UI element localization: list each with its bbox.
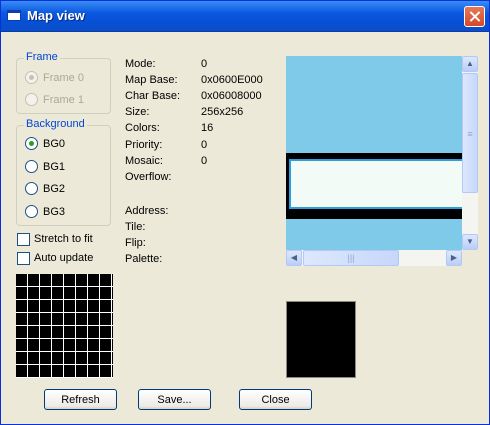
bg1-label: BG1	[43, 161, 66, 173]
map-base-label: Map Base:	[125, 74, 178, 86]
window-title: Map view	[27, 8, 85, 23]
overflow-label: Overflow:	[125, 171, 172, 183]
title-bar[interactable]: Map view	[1, 1, 489, 32]
frame-group-legend: Frame	[24, 51, 60, 63]
vertical-scroll-thumb[interactable]: ≡	[462, 73, 478, 193]
bg0-label: BG0	[43, 138, 66, 150]
refresh-button[interactable]: Refresh	[44, 389, 117, 410]
priority-value: 0	[201, 139, 208, 151]
radio-unselected-icon	[25, 93, 38, 106]
tile-preview	[286, 301, 356, 378]
mosaic-value: 0	[201, 155, 208, 167]
scrollbar-horizontal[interactable]: ◀ ||| ▶	[286, 250, 462, 266]
arrow-down-icon[interactable]: ▼	[462, 234, 478, 250]
map-text-box	[289, 159, 462, 209]
bg3-label: BG3	[43, 206, 66, 218]
auto-update-label: Auto update	[34, 252, 94, 264]
arrow-right-icon[interactable]: ▶	[446, 250, 462, 266]
frame-0-label: Frame 0	[43, 72, 84, 84]
frame-groupbox: Frame Frame 0 Frame 1	[16, 51, 111, 114]
char-base-label: Char Base:	[125, 90, 181, 102]
flip-label: Flip:	[125, 237, 146, 249]
address-label: Address:	[125, 205, 169, 217]
radio-selected-icon	[25, 137, 38, 150]
background-group-legend: Background	[24, 118, 87, 130]
palette-label: Palette:	[125, 253, 163, 265]
map-dark-band	[286, 153, 462, 219]
size-label: Size:	[125, 106, 150, 118]
palette-grid[interactable]	[16, 274, 113, 378]
map-base-value: 0x0600E000	[201, 74, 263, 86]
close-icon[interactable]	[464, 6, 485, 27]
horizontal-scroll-thumb[interactable]: |||	[303, 250, 399, 266]
radio-selected-icon	[25, 71, 38, 84]
stretch-to-fit-label: Stretch to fit	[34, 233, 93, 245]
tile-label: Tile:	[125, 221, 146, 233]
char-base-value: 0x06008000	[201, 90, 262, 102]
close-button[interactable]: Close	[239, 389, 312, 410]
mode-value: 0	[201, 58, 208, 70]
stretch-to-fit-checkbox[interactable]	[17, 233, 30, 246]
colors-value: 16	[201, 122, 214, 134]
map-canvas[interactable]	[286, 56, 462, 250]
scrollbar-corner	[462, 250, 478, 266]
radio-unselected-icon	[25, 182, 38, 195]
map-view-window: Map view Frame Frame 0 Frame 1 Backgroun…	[0, 0, 490, 425]
mosaic-label: Mosaic:	[125, 155, 163, 167]
frame-1-label: Frame 1	[43, 94, 84, 106]
save-button[interactable]: Save...	[138, 389, 211, 410]
auto-update-checkbox[interactable]	[17, 252, 30, 265]
size-value: 256x256	[201, 106, 244, 118]
arrow-left-icon[interactable]: ◀	[286, 250, 302, 266]
arrow-up-icon[interactable]: ▲	[462, 56, 478, 72]
radio-unselected-icon	[25, 160, 38, 173]
radio-unselected-icon	[25, 205, 38, 218]
mode-label: Mode:	[125, 58, 156, 70]
background-groupbox: Background BG0 BG1 BG2 BG3	[16, 118, 111, 226]
window-icon	[7, 10, 21, 21]
colors-label: Colors:	[125, 122, 160, 134]
bg2-label: BG2	[43, 183, 66, 195]
scrollbar-vertical[interactable]: ▲ ≡ ▼	[462, 56, 478, 250]
priority-label: Priority:	[125, 139, 163, 151]
